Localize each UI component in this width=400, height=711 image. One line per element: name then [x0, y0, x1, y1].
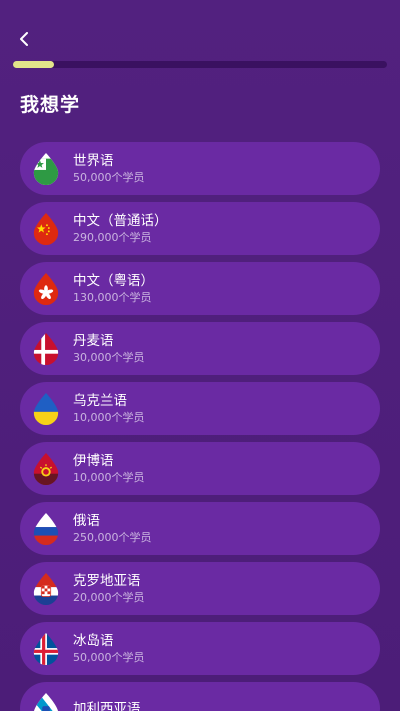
language-name: 冰岛语: [73, 633, 114, 649]
learner-count: 290,000个学员: [73, 231, 152, 244]
progress-bar: [13, 61, 387, 68]
iceland-flag-icon: [32, 632, 60, 665]
language-item-icelandic[interactable]: 冰岛语 50,000个学员: [20, 622, 380, 675]
learner-count: 20,000个学员: [73, 591, 145, 604]
learner-count: 10,000个学员: [73, 471, 145, 484]
language-selection-screen: 我想学 世界语 50,000个学员 中文（普通话） 290,000个学员 中文（…: [0, 0, 400, 711]
language-item-galician[interactable]: 加利西亚语: [20, 682, 380, 711]
learner-count: 50,000个学员: [73, 651, 145, 664]
language-name: 中文（普通话）: [73, 213, 168, 229]
language-item-igbo[interactable]: 伊博语 10,000个学员: [20, 442, 380, 495]
progress-fill: [13, 61, 55, 68]
language-item-esperanto[interactable]: 世界语 50,000个学员: [20, 142, 380, 195]
denmark-flag-icon: [32, 332, 60, 365]
russia-flag-icon: [32, 512, 60, 545]
page-title: 我想学: [20, 94, 81, 116]
language-name: 加利西亚语: [73, 700, 141, 711]
chevron-left-icon: [18, 31, 30, 50]
china-flag-icon: [32, 212, 60, 245]
language-item-ukrainian[interactable]: 乌克兰语 10,000个学员: [20, 382, 380, 435]
croatia-flag-icon: [32, 572, 60, 605]
language-name: 世界语: [73, 153, 114, 169]
learner-count: 130,000个学员: [73, 291, 152, 304]
language-name: 丹麦语: [73, 333, 114, 349]
language-name: 乌克兰语: [73, 393, 127, 409]
igbo-flag-icon: [32, 452, 60, 485]
esperanto-flag-icon: [32, 152, 60, 185]
language-item-danish[interactable]: 丹麦语 30,000个学员: [20, 322, 380, 375]
language-item-mandarin[interactable]: 中文（普通话） 290,000个学员: [20, 202, 380, 255]
language-name: 伊博语: [73, 453, 114, 469]
galicia-flag-icon: [32, 692, 60, 711]
hong-kong-flag-icon: [32, 272, 60, 305]
back-button[interactable]: [10, 26, 38, 54]
ukraine-flag-icon: [32, 392, 60, 425]
learner-count: 50,000个学员: [73, 171, 145, 184]
language-name: 中文（粤语）: [73, 273, 154, 289]
language-list: 世界语 50,000个学员 中文（普通话） 290,000个学员 中文（粤语） …: [20, 142, 380, 711]
language-item-russian[interactable]: 俄语 250,000个学员: [20, 502, 380, 555]
language-name: 俄语: [73, 513, 100, 529]
learner-count: 10,000个学员: [73, 411, 145, 424]
language-item-cantonese[interactable]: 中文（粤语） 130,000个学员: [20, 262, 380, 315]
language-item-croatian[interactable]: 克罗地亚语 20,000个学员: [20, 562, 380, 615]
learner-count: 250,000个学员: [73, 531, 152, 544]
language-name: 克罗地亚语: [73, 573, 141, 589]
learner-count: 30,000个学员: [73, 351, 145, 364]
